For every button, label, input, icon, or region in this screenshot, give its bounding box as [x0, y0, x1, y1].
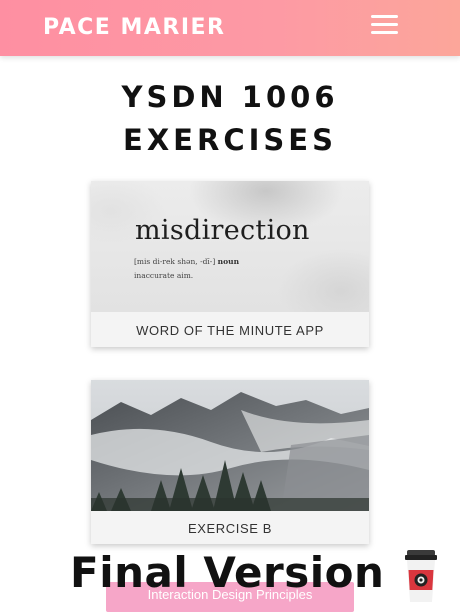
top-navbar: PACE MARIER [0, 0, 460, 56]
hamburger-menu-icon[interactable] [370, 13, 400, 37]
card-caption[interactable]: WORD OF THE MINUTE APP [91, 323, 369, 338]
card-caption[interactable]: EXERCISE B [91, 521, 369, 536]
project-card-word-of-the-minute[interactable]: misdirection [mis di-rek shən, -dī-] nou… [91, 181, 369, 347]
thumbnail-word: misdirection [135, 215, 310, 246]
card-thumbnail: misdirection [mis di-rek shən, -dī-] nou… [91, 181, 369, 312]
project-card-exercise-b[interactable]: EXERCISE B [91, 380, 369, 544]
thumbnail-definition: inaccurate aim. [134, 271, 194, 280]
coffee-cup-icon [405, 550, 437, 602]
brand-logo[interactable]: PACE MARIER [43, 15, 225, 40]
thumbnail-pronunciation: [mis di-rek shən, -dī-] noun [134, 257, 240, 266]
mountain-image [91, 380, 369, 511]
page-title-line1: YSDN 1006 [121, 80, 339, 114]
page-title-line2: EXERCISES [123, 123, 337, 157]
final-version-label: Final Version [70, 548, 385, 597]
card-thumbnail-mountain [91, 380, 369, 511]
page-title: YSDN 1006 EXERCISES [0, 76, 460, 162]
